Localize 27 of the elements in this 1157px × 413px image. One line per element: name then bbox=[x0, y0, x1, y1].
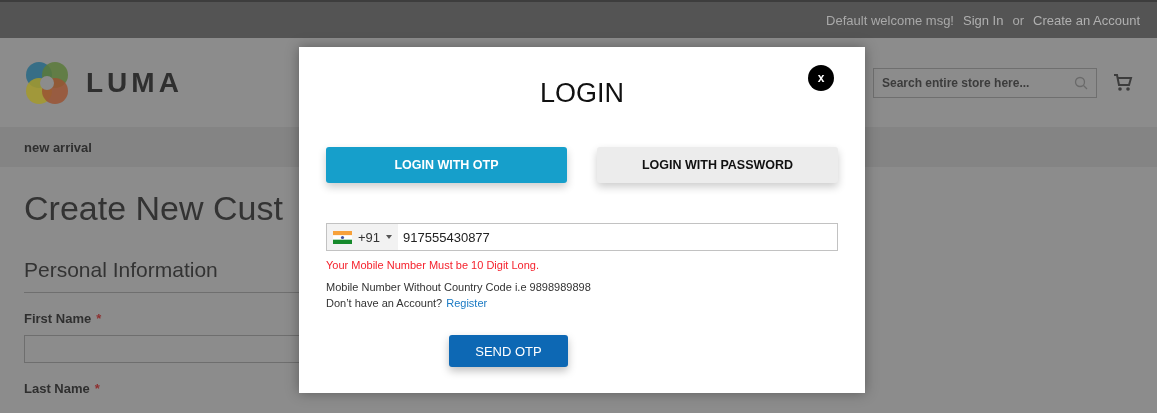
field-label: First Name * bbox=[24, 311, 103, 326]
nav-link[interactable]: new arrival bbox=[24, 139, 92, 155]
caret-icon bbox=[386, 235, 393, 239]
hint-text: Mobile Number Without Country Code i.e 9898989898 bbox=[326, 281, 592, 293]
logo-icon bbox=[24, 59, 70, 106]
phone-field[interactable]: +91 917555430877 bbox=[326, 223, 838, 251]
login-tab[interactable]: LOGIN WITH PASSWORD bbox=[597, 147, 838, 183]
country-code[interactable]: +91 bbox=[358, 229, 381, 245]
register-link[interactable]: Register bbox=[446, 297, 488, 309]
header-link[interactable]: Sign In bbox=[963, 12, 1004, 28]
send-otp-button[interactable]: SEND OTP bbox=[449, 335, 568, 367]
page-title: Create New Cust bbox=[24, 189, 283, 228]
error-message: Your Mobile Number Must be 10 Digit Long. bbox=[326, 259, 540, 271]
search-field[interactable]: Search entire store here... bbox=[882, 72, 1062, 93]
flag-icon bbox=[333, 230, 352, 244]
login-tab[interactable]: LOGIN WITH OTP bbox=[326, 147, 567, 183]
logo-text: LUMA bbox=[86, 66, 183, 99]
welcome-message: Default welcome msg! bbox=[826, 12, 954, 28]
field-label: Last Name * bbox=[24, 381, 101, 396]
close-button[interactable]: x bbox=[808, 65, 834, 91]
header-link[interactable]: Create an Account bbox=[1033, 12, 1140, 28]
search-box[interactable]: Search entire store here... bbox=[873, 67, 1097, 98]
separator-text: or bbox=[1012, 12, 1025, 28]
account-prompt: Don’t have an Account? bbox=[326, 297, 443, 309]
cart-icon[interactable] bbox=[1113, 72, 1133, 93]
dialog-title: LOGIN bbox=[540, 78, 624, 109]
search-icon bbox=[1074, 75, 1088, 90]
